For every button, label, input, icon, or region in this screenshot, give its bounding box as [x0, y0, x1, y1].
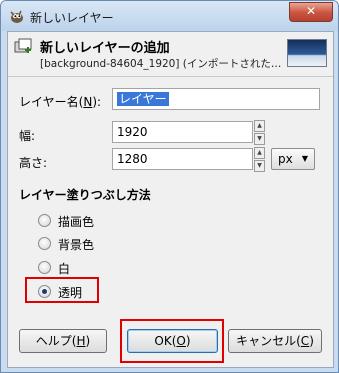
title-bar[interactable]: 新しいレイヤー ✕ — [1, 1, 338, 31]
height-input[interactable]: 1280 — [112, 148, 253, 170]
radio-button[interactable] — [38, 214, 51, 227]
fill-option-label: 描画色 — [58, 215, 95, 229]
fill-option-label: 背景色 — [58, 238, 95, 252]
chevron-down-icon: ▼ — [301, 154, 308, 163]
height-stepper[interactable]: ▲ ▼ — [254, 147, 265, 172]
unit-select[interactable]: px ▼ — [271, 148, 315, 170]
height-value: 1280 — [117, 152, 148, 166]
width-down-arrow-icon[interactable]: ▼ — [254, 133, 265, 145]
width-value: 1920 — [117, 125, 148, 139]
new-layer-icon — [14, 38, 32, 53]
layer-name-label: レイヤー名(N): — [19, 95, 102, 109]
layer-name-input[interactable]: レイヤー — [112, 88, 320, 110]
fill-option-label: 白 — [58, 262, 71, 276]
cancel-button[interactable]: キャンセル(C) — [228, 329, 322, 353]
radio-button[interactable] — [38, 237, 51, 250]
height-label: 高さ: — [19, 156, 48, 170]
dialog-heading: 新しいレイヤーの追加 — [40, 41, 170, 56]
width-up-arrow-icon[interactable]: ▲ — [254, 120, 265, 132]
close-button[interactable]: ✕ — [289, 2, 333, 22]
width-stepper[interactable]: ▲ ▼ — [254, 120, 265, 145]
unit-value: px — [278, 152, 293, 166]
image-thumbnail — [287, 39, 327, 67]
fill-section-title: レイヤー塗りつぶし方法 — [19, 188, 151, 202]
transparent-highlight-box — [25, 277, 99, 303]
close-icon: ✕ — [305, 4, 317, 18]
height-up-arrow-icon[interactable]: ▲ — [254, 147, 265, 159]
height-down-arrow-icon[interactable]: ▼ — [254, 160, 265, 172]
layer-name-value: レイヤー — [117, 92, 169, 106]
help-button[interactable]: ヘルプ(H) — [19, 329, 107, 353]
width-input[interactable]: 1920 — [112, 121, 253, 143]
width-label: 幅: — [19, 129, 36, 143]
image-name: [background-84604_1920] (インポートされた… — [40, 58, 282, 70]
dialog-header: 新しいレイヤーの追加 [background-84604_1920] (インポー… — [8, 32, 333, 77]
gimp-wilber-icon — [10, 10, 23, 23]
new-layer-dialog: 新しいレイヤー ✕ 新しいレイヤーの追加 [background-84604_1… — [0, 0, 339, 373]
dialog-body: 新しいレイヤーの追加 [background-84604_1920] (インポー… — [7, 31, 334, 368]
radio-button[interactable] — [38, 261, 51, 274]
window-title: 新しいレイヤー — [30, 11, 114, 25]
ok-highlight-box — [120, 319, 224, 363]
